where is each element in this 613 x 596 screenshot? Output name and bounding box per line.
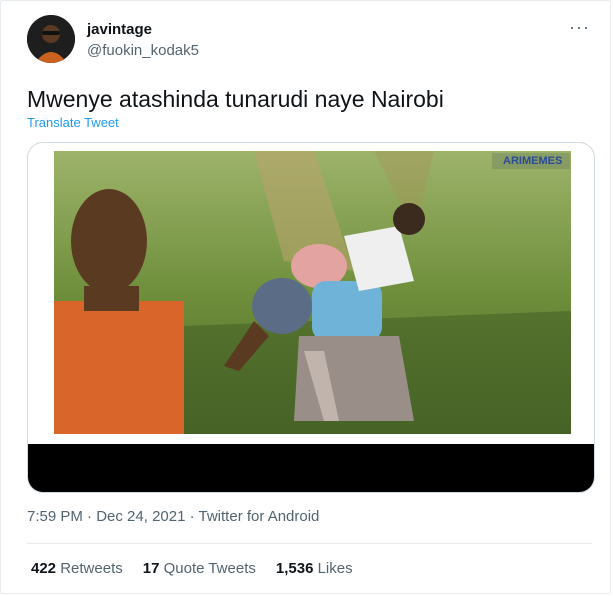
meme-photo[interactable] [54,151,571,434]
avatar[interactable] [27,15,75,63]
avatar-image [27,15,75,63]
engagement-stats: 422 Retweets 17 Quote Tweets 1,536 Likes [31,560,353,577]
more-icon[interactable]: ··· [569,17,590,38]
media-black-bar [28,444,594,492]
likes-stat[interactable]: 1,536 Likes [276,560,353,577]
retweets-label: Retweets [60,560,123,577]
watermark-label: ARIMEMES [503,155,563,167]
retweets-stat[interactable]: 422 Retweets [31,560,123,577]
tweet-date[interactable]: Dec 24, 2021 [96,508,185,525]
likes-label: Likes [317,560,353,577]
tweet-text: Mwenye atashinda tunarudi naye Nairobi [27,86,444,112]
quote-tweets-stat[interactable]: 17 Quote Tweets [143,560,256,577]
quote-tweets-count: 17 [142,560,160,577]
tweet-time[interactable]: 7:59 PM [27,508,83,525]
tweet-source[interactable]: Twitter for Android [199,508,320,525]
translate-tweet-link[interactable]: Translate Tweet [27,115,119,130]
display-name[interactable]: javintage [87,21,152,38]
likes-count: 1,536 [275,560,314,577]
retweets-count: 422 [31,560,57,577]
meta-separator: · [82,508,97,525]
meta-separator: · [185,508,199,525]
tweet-card: javintage @fuokin_kodak5 ··· Mwenye atas… [0,0,611,594]
user-handle[interactable]: @fuokin_kodak5 [87,42,199,59]
quote-tweets-label: Quote Tweets [163,560,256,577]
media-attachment[interactable]: ARIMEMES [27,142,595,493]
tweet-meta: 7:59 PM · Dec 24, 2021 · Twitter for And… [27,508,319,525]
divider [27,543,592,544]
